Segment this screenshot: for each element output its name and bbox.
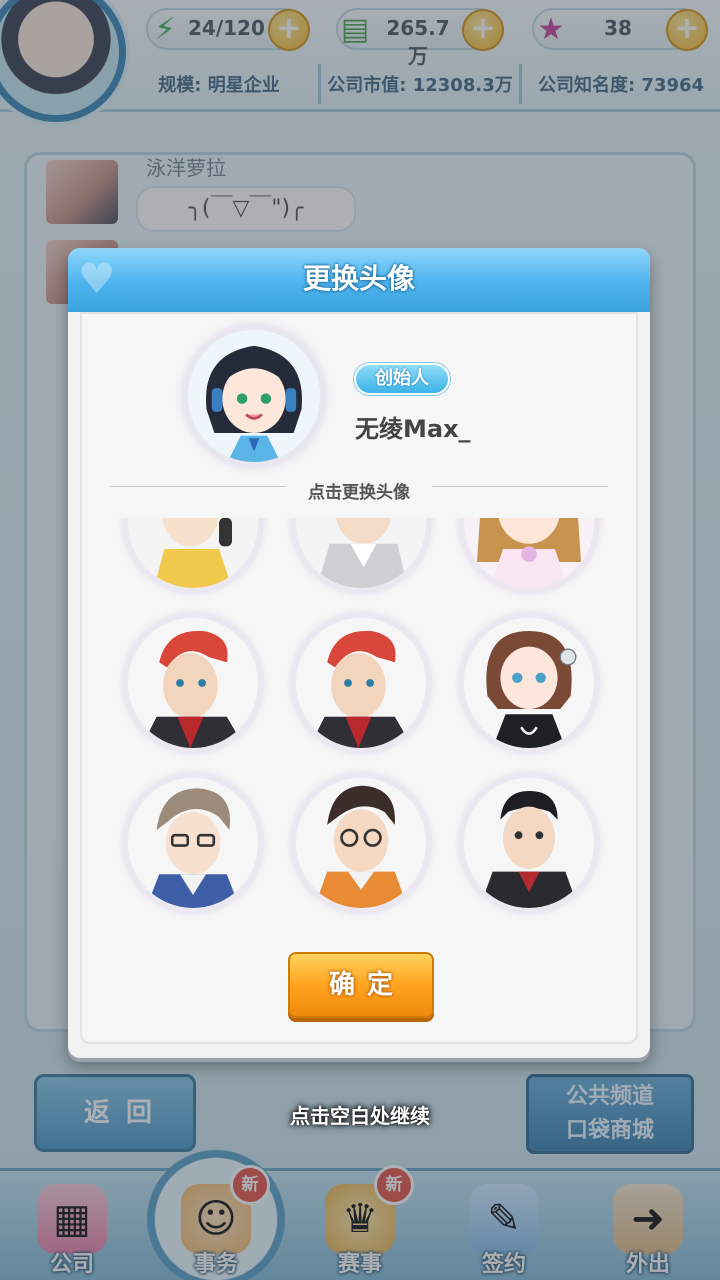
avatar-options-scroll[interactable]	[80, 518, 638, 932]
continue-hint: 点击空白处继续	[290, 1104, 430, 1128]
avatar-option[interactable]	[124, 518, 262, 592]
founder-badge: 创始人	[354, 363, 450, 395]
avatar-option[interactable]	[292, 518, 430, 592]
change-avatar-dialog: ♥ 更换头像 创始人 无绫Max_ 点击更换头像 确定	[68, 248, 650, 1058]
dialog-title: 更换头像	[302, 262, 415, 295]
current-avatar	[184, 326, 324, 466]
avatar-option[interactable]	[460, 614, 598, 752]
dialog-body: 创始人 无绫Max_ 点击更换头像 确定	[80, 312, 638, 1044]
avatar-option[interactable]	[292, 774, 430, 912]
dialog-header: ♥ 更换头像	[68, 248, 650, 312]
avatar-option[interactable]	[124, 614, 262, 752]
avatar-option[interactable]	[460, 774, 598, 912]
avatar-option[interactable]	[460, 518, 598, 592]
user-name: 无绫Max_	[355, 415, 471, 443]
confirm-button[interactable]: 确定	[288, 952, 434, 1018]
avatar-option[interactable]	[124, 774, 262, 912]
tap-to-change-label: 点击更换头像	[308, 483, 410, 503]
avatar-option[interactable]	[292, 614, 430, 752]
avatar-grid	[80, 518, 638, 912]
